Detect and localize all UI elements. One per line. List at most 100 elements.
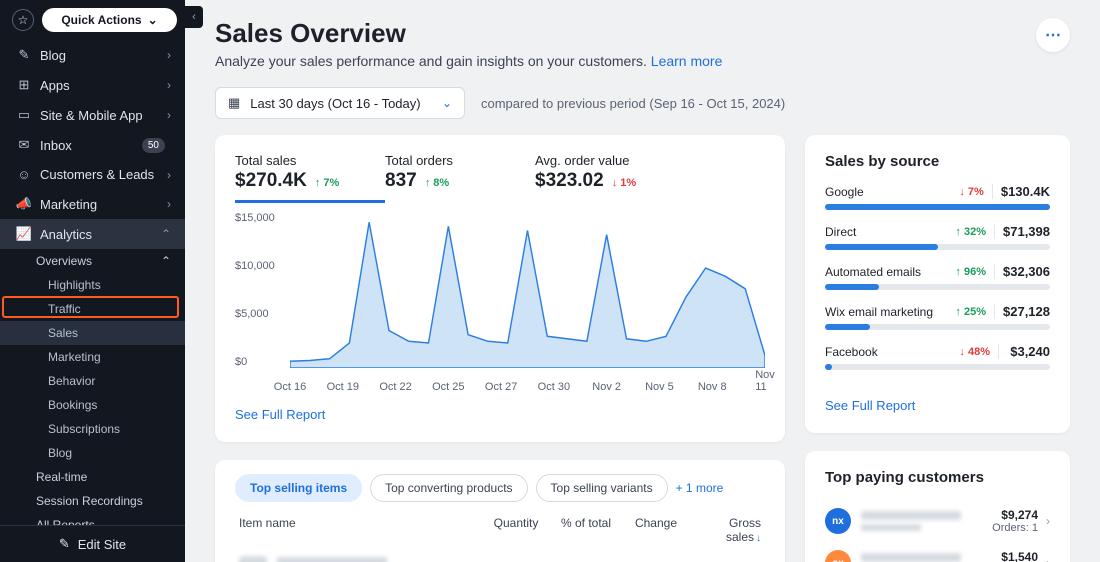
page-title: Sales Overview	[215, 18, 722, 49]
x-tick: Nov 5	[645, 381, 674, 393]
chip-top-selling-variants[interactable]: Top selling variants	[536, 474, 668, 502]
source-row-automated-emails[interactable]: Automated emails↑ 96%$32,306	[825, 264, 1050, 290]
y-tick: $0	[235, 356, 247, 368]
nav-sub-real-time[interactable]: Real-time	[0, 465, 185, 489]
x-tick: Nov 11	[755, 369, 775, 393]
top-customers-card: Top paying customers nx$9,274Orders: 1›o…	[805, 451, 1070, 562]
item-thumbnail	[239, 556, 267, 562]
top-items-card: Top selling items Top converting products…	[215, 460, 785, 562]
card-title: Top paying customers	[825, 469, 1050, 486]
chevron-down-icon: ⌄	[148, 13, 158, 27]
nav-icon: ⊞	[14, 77, 34, 93]
more-chips-link[interactable]: + 1 more	[676, 481, 724, 495]
sales-area-chart[interactable]: $15,000$10,000$5,000$0Oct 16Oct 19Oct 22…	[235, 213, 765, 393]
chevron-icon: ›	[167, 108, 171, 122]
nav-icon: 📈	[14, 226, 34, 242]
col-change[interactable]: Change	[621, 516, 691, 544]
chevron-up-icon: ⌃	[161, 254, 171, 268]
badge: 50	[142, 138, 165, 153]
x-tick: Oct 22	[379, 381, 411, 393]
chevron-right-icon: ›	[1046, 556, 1050, 562]
col-quantity[interactable]: Quantity	[481, 516, 551, 544]
nav-item-blog[interactable]: ✎Blog›	[0, 40, 185, 70]
avatar: ox	[825, 550, 851, 562]
chevron-icon: ›	[167, 48, 171, 62]
nav-leaf-subscriptions[interactable]: Subscriptions	[0, 417, 185, 441]
customer-row[interactable]: ox$1,540Orders: 1›	[825, 542, 1050, 562]
y-tick: $5,000	[235, 308, 269, 320]
nav-item-marketing[interactable]: 📣Marketing›	[0, 189, 185, 219]
nav-leaf-highlights[interactable]: Highlights	[0, 273, 185, 297]
x-tick: Oct 27	[485, 381, 517, 393]
collapse-sidebar-button[interactable]: ‹	[185, 6, 203, 28]
edit-site-button[interactable]: ✎Edit Site	[0, 525, 185, 562]
favorite-icon[interactable]: ☆	[12, 9, 34, 31]
customer-name-redacted	[861, 511, 961, 520]
source-row-direct[interactable]: Direct↑ 32%$71,398	[825, 224, 1050, 250]
pencil-icon: ✎	[59, 536, 70, 552]
nav-leaf-marketing[interactable]: Marketing	[0, 345, 185, 369]
date-range-selector[interactable]: ▦ Last 30 days (Oct 16 - Today) ⌄	[215, 87, 465, 119]
main-content: Sales Overview Analyze your sales perfor…	[185, 0, 1100, 562]
nav-leaf-behavior[interactable]: Behavior	[0, 369, 185, 393]
chevron-icon: ›	[167, 197, 171, 211]
source-row-google[interactable]: Google↓ 7%$130.4K	[825, 184, 1050, 210]
col-item-name[interactable]: Item name	[239, 516, 481, 544]
metric-total-sales[interactable]: Total sales$270.4K ↑ 7%	[235, 153, 385, 203]
metric-avg-order-value[interactable]: Avg. order value$323.02 ↓ 1%	[535, 153, 685, 203]
nav-leaf-blog[interactable]: Blog	[0, 441, 185, 465]
see-full-report-link[interactable]: See Full Report	[235, 407, 325, 422]
nav-icon: 📣	[14, 196, 34, 212]
sales-by-source-card: Sales by source Google↓ 7%$130.4K Direct↑…	[805, 135, 1070, 433]
chevron-icon: ⌃	[161, 227, 171, 241]
nav-icon: ✎	[14, 47, 34, 63]
overviews-group[interactable]: Overviews⌃	[0, 249, 185, 273]
nav-leaf-sales[interactable]: Sales	[0, 321, 185, 345]
sort-down-icon: ↓	[756, 533, 761, 544]
nav-icon: ▭	[14, 107, 34, 123]
source-row-wix-email-marketing[interactable]: Wix email marketing↑ 25%$27,128	[825, 304, 1050, 330]
more-actions-button[interactable]: ⋯	[1036, 18, 1070, 52]
chevron-icon: ›	[167, 168, 171, 182]
nav-sub-session-recordings[interactable]: Session Recordings	[0, 489, 185, 513]
nav-item-apps[interactable]: ⊞Apps›	[0, 70, 185, 100]
calendar-icon: ▦	[228, 95, 240, 111]
metric-total-orders[interactable]: Total orders837 ↑ 8%	[385, 153, 535, 203]
chevron-down-icon: ⌄	[442, 96, 452, 110]
nav-icon: ✉	[14, 137, 34, 153]
x-tick: Oct 25	[432, 381, 464, 393]
customer-row[interactable]: nx$9,274Orders: 1›	[825, 500, 1050, 542]
x-tick: Oct 19	[327, 381, 359, 393]
chevron-icon: ›	[167, 78, 171, 92]
x-tick: Oct 16	[274, 381, 306, 393]
sales-chart-card: Total sales$270.4K ↑ 7%Total orders837 ↑…	[215, 135, 785, 442]
learn-more-link[interactable]: Learn more	[651, 53, 723, 69]
chip-top-selling-items[interactable]: Top selling items	[235, 474, 362, 502]
see-full-report-link[interactable]: See Full Report	[825, 398, 915, 413]
col-pct-total[interactable]: % of total	[551, 516, 621, 544]
nav-item-site-mobile-app[interactable]: ▭Site & Mobile App›	[0, 100, 185, 130]
nav-leaf-bookings[interactable]: Bookings	[0, 393, 185, 417]
avatar: nx	[825, 508, 851, 534]
x-tick: Oct 30	[538, 381, 570, 393]
nav-item-inbox[interactable]: ✉Inbox50	[0, 130, 185, 160]
nav-leaf-traffic[interactable]: Traffic	[0, 297, 185, 321]
item-name-redacted	[277, 557, 387, 562]
customer-name-redacted	[861, 553, 961, 562]
source-row-facebook[interactable]: Facebook↓ 48%$3,240	[825, 344, 1050, 370]
sidebar: ☆ Quick Actions⌄ ✎Blog›⊞Apps›▭Site & Mob…	[0, 0, 185, 562]
x-tick: Nov 8	[698, 381, 727, 393]
y-tick: $15,000	[235, 212, 275, 224]
nav-icon: ☺	[14, 167, 34, 182]
table-row[interactable]: Item report 716 11% ↑ 13% $27,315	[235, 556, 765, 562]
quick-actions-button[interactable]: Quick Actions⌄	[42, 8, 177, 32]
x-tick: Nov 2	[592, 381, 621, 393]
card-title: Sales by source	[825, 153, 1050, 170]
chip-top-converting-products[interactable]: Top converting products	[370, 474, 527, 502]
compare-label: compared to previous period (Sep 16 - Oc…	[481, 96, 785, 111]
col-gross-sales[interactable]: Gross sales↓	[691, 516, 761, 544]
nav-item-customers-leads[interactable]: ☺Customers & Leads›	[0, 160, 185, 189]
nav-item-analytics[interactable]: 📈Analytics⌃	[0, 219, 185, 249]
page-subtitle: Analyze your sales performance and gain …	[215, 53, 722, 69]
chevron-right-icon: ›	[1046, 514, 1050, 528]
